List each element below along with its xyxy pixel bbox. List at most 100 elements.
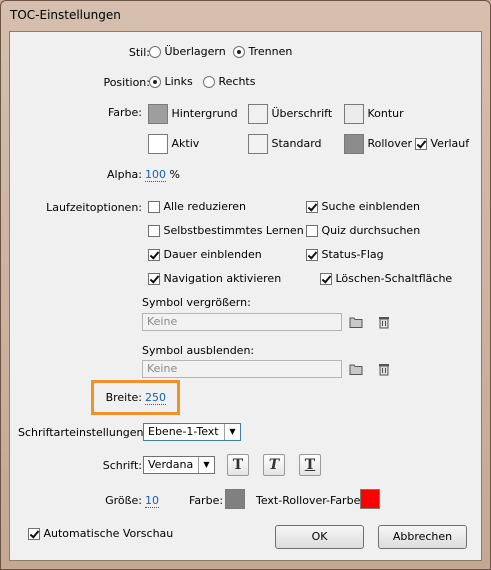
- verlauf-label: Verlauf: [430, 137, 470, 150]
- color-kontur[interactable]: Kontur: [344, 104, 404, 124]
- dauer-einblenden-label: Dauer einblenden: [163, 248, 262, 261]
- alpha-field[interactable]: 100 %: [145, 168, 180, 182]
- cancel-button[interactable]: Abbrechen: [378, 525, 467, 549]
- stil-label: Stil:: [128, 46, 150, 59]
- radio-trennen-label: Trennen: [248, 45, 293, 58]
- suche-einblenden-checkbox[interactable]: [306, 201, 318, 213]
- groesse-value[interactable]: 10: [145, 494, 159, 508]
- dialog-body: Stil: Überlagern Trennen Position: Links…: [9, 31, 482, 561]
- radio-rechts[interactable]: [203, 76, 215, 88]
- radio-ueberlagern[interactable]: [149, 46, 161, 58]
- alpha-value[interactable]: 100: [145, 168, 166, 182]
- schrift-value: Verdana: [148, 458, 194, 471]
- option-selbstbestimmtes-lernen[interactable]: Selbstbestimmtes Lernen: [148, 224, 304, 237]
- chevron-down-icon: ▼: [224, 424, 240, 440]
- option-alle-reduzieren[interactable]: Alle reduzieren: [148, 200, 246, 213]
- groesse-label: Größe:: [105, 494, 142, 507]
- position-label: Position:: [103, 76, 150, 89]
- color-ueberschrift[interactable]: Überschrift: [248, 104, 332, 124]
- schrift-farbe-label: Farbe:: [189, 494, 224, 507]
- radio-trennen[interactable]: [233, 46, 245, 58]
- auto-vorschau-checkbox[interactable]: [28, 528, 40, 540]
- kontur-label: Kontur: [367, 107, 404, 120]
- standard-swatch[interactable]: [248, 134, 268, 154]
- hintergrund-swatch[interactable]: [148, 104, 168, 124]
- alpha-label: Alpha:: [107, 168, 142, 181]
- position-option-links[interactable]: Links: [149, 75, 193, 88]
- ueberschrift-label: Überschrift: [271, 107, 333, 120]
- quiz-durchsuchen-checkbox[interactable]: [306, 225, 318, 237]
- schrift-dropdown[interactable]: Verdana ▼: [143, 456, 215, 474]
- text-rollover-label: Text-Rollover-Farbe:: [256, 494, 365, 507]
- status-flag-label: Status-Flag: [321, 248, 384, 261]
- italic-text-icon[interactable]: T: [263, 454, 285, 476]
- color-standard[interactable]: Standard: [248, 134, 322, 154]
- text-rollover-swatch[interactable]: [360, 489, 380, 509]
- bold-text-icon[interactable]: T: [227, 454, 249, 476]
- window-title: TOC-Einstellungen: [10, 8, 121, 22]
- symbol-vergroessern-label: Symbol vergrößern:: [142, 296, 251, 309]
- alle-reduzieren-label: Alle reduzieren: [163, 200, 247, 213]
- color-hintergrund[interactable]: Hintergrund: [148, 104, 238, 124]
- radio-links[interactable]: [149, 76, 161, 88]
- option-status-flag[interactable]: Status-Flag: [306, 248, 384, 261]
- rollover-swatch[interactable]: [344, 134, 364, 154]
- verlauf-option[interactable]: Verlauf: [415, 137, 469, 150]
- loeschen-schaltflaeche-checkbox[interactable]: [320, 273, 332, 285]
- color-aktiv[interactable]: Aktiv: [148, 134, 199, 154]
- aktiv-label: Aktiv: [171, 137, 200, 150]
- selbstbestimmtes-lernen-checkbox[interactable]: [148, 225, 160, 237]
- alpha-unit: %: [169, 168, 180, 181]
- verlauf-checkbox[interactable]: [415, 138, 427, 150]
- navigation-aktivieren-label: Navigation aktivieren: [163, 272, 282, 285]
- laufzeit-label: Laufzeitoptionen:: [46, 201, 142, 214]
- status-flag-checkbox[interactable]: [306, 249, 318, 261]
- title-bar[interactable]: TOC-Einstellungen: [1, 1, 490, 31]
- aktiv-swatch[interactable]: [148, 134, 168, 154]
- standard-label: Standard: [271, 137, 322, 150]
- symbol-ausblenden-field[interactable]: Keine: [142, 360, 342, 378]
- color-rollover[interactable]: Rollover: [344, 134, 412, 154]
- stil-option-ueberlagern[interactable]: Überlagern: [149, 45, 226, 58]
- radio-ueberlagern-label: Überlagern: [164, 45, 226, 58]
- ok-button[interactable]: OK: [275, 525, 364, 549]
- selbstbestimmtes-lernen-label: Selbstbestimmtes Lernen: [163, 224, 304, 237]
- navigation-aktivieren-checkbox[interactable]: [148, 273, 160, 285]
- option-suche-einblenden[interactable]: Suche einblenden: [306, 200, 420, 213]
- radio-rechts-label: Rechts: [218, 75, 256, 88]
- breite-field[interactable]: 250: [145, 391, 166, 405]
- farbe-label: Farbe:: [107, 106, 142, 119]
- stil-option-trennen[interactable]: Trennen: [233, 45, 292, 58]
- kontur-swatch[interactable]: [344, 104, 364, 124]
- schrift-label: Schrift:: [102, 459, 142, 472]
- radio-links-label: Links: [164, 75, 193, 88]
- underline-text-icon[interactable]: T: [299, 454, 321, 476]
- option-navigation-aktivieren[interactable]: Navigation aktivieren: [148, 272, 281, 285]
- auto-vorschau-option[interactable]: Automatische Vorschau: [28, 527, 173, 540]
- dauer-einblenden-checkbox[interactable]: [148, 249, 160, 261]
- chevron-down-icon: ▼: [198, 457, 214, 473]
- folder-icon[interactable]: [349, 315, 363, 329]
- schriftart-value: Ebene-1-Text: [148, 425, 219, 438]
- breite-label: Breite:: [105, 391, 142, 404]
- trash-icon[interactable]: [377, 315, 391, 329]
- option-dauer-einblenden[interactable]: Dauer einblenden: [148, 248, 262, 261]
- breite-value[interactable]: 250: [145, 391, 166, 405]
- folder-icon[interactable]: [349, 362, 363, 376]
- rollover-label: Rollover: [367, 137, 413, 150]
- auto-vorschau-label: Automatische Vorschau: [43, 527, 174, 540]
- option-loeschen-schaltflaeche[interactable]: Löschen-Schaltfläche: [320, 272, 452, 285]
- quiz-durchsuchen-label: Quiz durchsuchen: [321, 224, 421, 237]
- symbol-vergroessern-field[interactable]: Keine: [142, 313, 342, 331]
- position-option-rechts[interactable]: Rechts: [203, 75, 255, 88]
- schriftart-dropdown[interactable]: Ebene-1-Text ▼: [143, 423, 241, 441]
- ueberschrift-swatch[interactable]: [248, 104, 268, 124]
- schriftart-label: Schriftarteinstellungen:: [18, 426, 148, 439]
- alle-reduzieren-checkbox[interactable]: [148, 201, 160, 213]
- groesse-field[interactable]: 10: [145, 494, 159, 508]
- schrift-farbe-swatch[interactable]: [225, 489, 245, 509]
- option-quiz-durchsuchen[interactable]: Quiz durchsuchen: [306, 224, 420, 237]
- loeschen-schaltflaeche-label: Löschen-Schaltfläche: [335, 272, 453, 285]
- symbol-ausblenden-label: Symbol ausblenden:: [142, 344, 255, 357]
- trash-icon[interactable]: [377, 362, 391, 376]
